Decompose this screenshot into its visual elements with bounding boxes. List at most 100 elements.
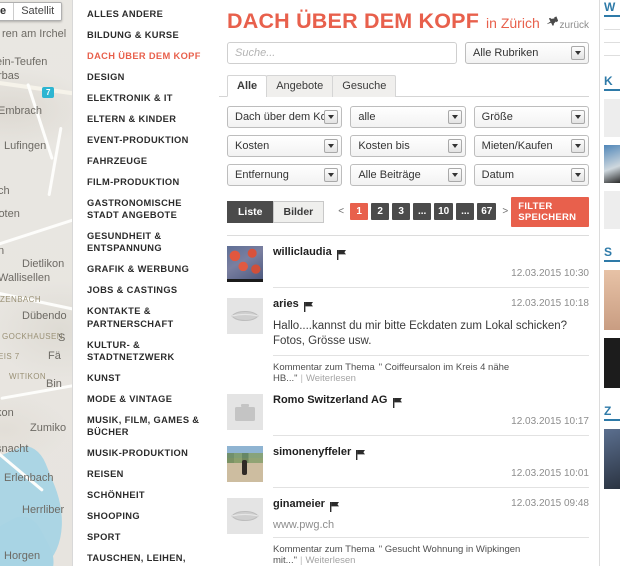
view-tab-liste[interactable]: Liste — [227, 200, 274, 223]
sidebar-item-gesundheit-entspannung[interactable]: GESUNDHEIT & ENTSPANNUNG — [87, 230, 205, 254]
sidebar-item-film-produktion[interactable]: FILM-PRODUKTION — [87, 176, 205, 188]
filter-unterrubrik[interactable]: alle — [350, 105, 466, 128]
sidebar-item-jobs-castings[interactable]: JOBS & CASTINGS — [87, 284, 205, 296]
thumbnail[interactable] — [604, 99, 620, 137]
read-more-link[interactable]: Weiterlesen — [305, 555, 355, 566]
avatar[interactable] — [227, 297, 263, 334]
page-button[interactable]: 10 — [434, 203, 454, 220]
next-page-button[interactable]: > — [499, 206, 511, 217]
right-rail-heading[interactable]: K — [604, 74, 620, 91]
sidebar-item-kontakte-partnerschaft[interactable]: KONTAKTE & PARTNERSCHAFT — [87, 305, 205, 329]
flag-icon[interactable] — [329, 499, 339, 517]
back-link[interactable]: zurück — [560, 20, 589, 31]
filter-rubrik[interactable]: Dach über dem Kopf — [227, 105, 343, 128]
flag-icon[interactable] — [356, 447, 366, 465]
sidebar-item-tauschen-leihen-gratis-freiwillig[interactable]: TAUSCHEN, LEIHEN, GRATIS & FREIWILLIG — [87, 552, 205, 566]
sidebar-item-event-produktion[interactable]: EVENT-PRODUKTION — [87, 134, 205, 146]
list-item[interactable]: ginameier 12.03.2015 09:48 www.pwg.ch Komme… — [227, 488, 589, 566]
read-more-link[interactable]: Weiterlesen — [306, 373, 356, 384]
username[interactable]: simonenyffeler — [273, 446, 351, 458]
link-url[interactable]: www.pwg.ch — [273, 519, 589, 531]
save-filter-button[interactable]: FILTER SPEICHERN — [511, 196, 589, 227]
thumbnail[interactable] — [604, 429, 620, 489]
page-button[interactable]: 2 — [371, 203, 390, 220]
sidebar-item-design[interactable]: DESIGN — [87, 71, 205, 83]
map-place-label: WITIKON — [9, 372, 47, 381]
sidebar-item-elektronik-it[interactable]: ELEKTRONIK & IT — [87, 92, 205, 104]
chevron-down-icon — [324, 138, 339, 153]
filter-beitraege[interactable]: Alle Beiträge — [350, 163, 466, 186]
username[interactable]: williclaudia — [273, 246, 332, 258]
search-input[interactable] — [227, 41, 457, 64]
avatar[interactable] — [227, 497, 263, 534]
tab-gesuche[interactable]: Gesuche — [332, 74, 397, 97]
page-button[interactable]: ... — [413, 203, 432, 220]
timestamp: 12.03.2015 10:18 — [511, 297, 589, 309]
thumbnail[interactable] — [604, 338, 620, 388]
avatar[interactable] — [227, 445, 263, 482]
view-tab-bilder[interactable]: Bilder — [272, 200, 325, 223]
category-select[interactable]: Alle Rubriken — [465, 41, 589, 64]
list-item[interactable]: aries 12.03.2015 10:18 Hallo....kannst du … — [227, 288, 589, 384]
sidebar-item-bildung-kurse[interactable]: BILDUNG & KURSE — [87, 29, 205, 41]
flag-icon[interactable] — [392, 395, 402, 413]
sidebar-item-eltern-kinder[interactable]: ELTERN & KINDER — [87, 113, 205, 125]
right-rail-heading[interactable]: W — [604, 0, 620, 17]
sidebar-item-reisen[interactable]: REISEN — [87, 468, 205, 480]
right-rail-heading[interactable]: Z — [604, 404, 620, 421]
map-type-control[interactable]: arteSatellit — [0, 2, 63, 21]
sidebar-item-mode-vintage[interactable]: MODE & VINTAGE — [87, 393, 205, 405]
right-rail-heading[interactable]: S — [604, 245, 620, 262]
divider — [604, 29, 620, 30]
pushpin-icon[interactable] — [545, 15, 558, 29]
sidebar-item-sch-nheit[interactable]: SCHÖNHEIT — [87, 489, 205, 501]
flag-icon[interactable] — [303, 299, 313, 317]
page-button[interactable]: 1 — [350, 203, 369, 220]
sidebar-item-shooping[interactable]: SHOOPING — [87, 510, 205, 522]
sidebar-item-gastronomische-stadt-angebote[interactable]: GASTRONOMISCHE STADT ANGEBOTE — [87, 197, 205, 221]
sidebar-item-musik-produktion[interactable]: MUSIK-PRODUKTION — [87, 447, 205, 459]
list-item[interactable]: williclaudia 12.03.2015 10:30 — [227, 236, 589, 288]
page-button[interactable]: ... — [456, 203, 475, 220]
tab-angebote[interactable]: Angebote — [266, 74, 334, 97]
filter-entfernung[interactable]: Entfernung — [227, 163, 343, 186]
list-item[interactable]: Romo Switzerland AG 12.03.2015 10:17 — [227, 384, 589, 436]
sidebar-item-grafik-werbung[interactable]: GRAFIK & WERBUNG — [87, 263, 205, 275]
sidebar-item-fahrzeuge[interactable]: FAHRZEUGE — [87, 155, 205, 167]
prev-page-button[interactable]: < — [335, 206, 347, 217]
chevron-down-icon — [571, 138, 585, 153]
flag-icon[interactable] — [336, 247, 346, 265]
filter-mieten-kaufen[interactable]: Mieten/Kaufen — [473, 134, 589, 157]
sidebar-item-kultur-stadtnetzwerk[interactable]: KULTUR- & STADTNETZWERK — [87, 339, 205, 363]
username[interactable]: ginameier — [273, 498, 325, 510]
thumbnail[interactable] — [604, 191, 620, 229]
sidebar-item-musik-film-games-b-cher[interactable]: MUSIK, FILM, GAMES & BÜCHER — [87, 414, 205, 438]
comment-prefix: Kommentar zum Thema — [273, 361, 375, 373]
map-place-label: S — [58, 332, 66, 344]
thumbnail[interactable] — [604, 270, 620, 330]
list-item[interactable]: simonenyffeler 12.03.2015 10:01 — [227, 436, 589, 488]
sidebar-item-dach-ber-dem-kopf[interactable]: DACH ÜBER DEM KOPF — [87, 50, 205, 62]
filter-datum[interactable]: Datum — [473, 163, 589, 186]
map-type-satellit[interactable]: Satellit — [14, 3, 62, 20]
filter-groesse[interactable]: Größe — [473, 105, 589, 128]
sidebar-item-sport[interactable]: SPORT — [87, 531, 205, 543]
tab-alle[interactable]: Alle — [227, 74, 268, 97]
filter-kosten-von[interactable]: Kosten — [227, 134, 343, 157]
sidebar-item-alles-andere[interactable]: ALLES ANDERE — [87, 8, 205, 20]
username[interactable]: Romo Switzerland AG — [273, 394, 388, 406]
thumbnail[interactable] — [604, 145, 620, 183]
avatar[interactable] — [227, 245, 263, 282]
map-place-label: EIS 7 — [0, 352, 20, 361]
username[interactable]: aries — [273, 298, 299, 310]
filter-kosten-bis[interactable]: Kosten bis — [350, 134, 466, 157]
sidebar-item-kunst[interactable]: KUNST — [87, 372, 205, 384]
page-button[interactable]: 3 — [392, 203, 411, 220]
map-type-arte[interactable]: arte — [0, 3, 15, 20]
page-button[interactable]: 67 — [477, 203, 497, 220]
list-item-body: aries 12.03.2015 10:18 Hallo....kannst du … — [273, 298, 589, 384]
map-panel[interactable]: ren am Irchel ein-Teufen rbas Embrach Lufing… — [0, 0, 72, 566]
chevron-down-icon — [447, 167, 462, 182]
map-place-label: ren am Irchel — [2, 28, 67, 40]
avatar[interactable] — [227, 393, 263, 430]
